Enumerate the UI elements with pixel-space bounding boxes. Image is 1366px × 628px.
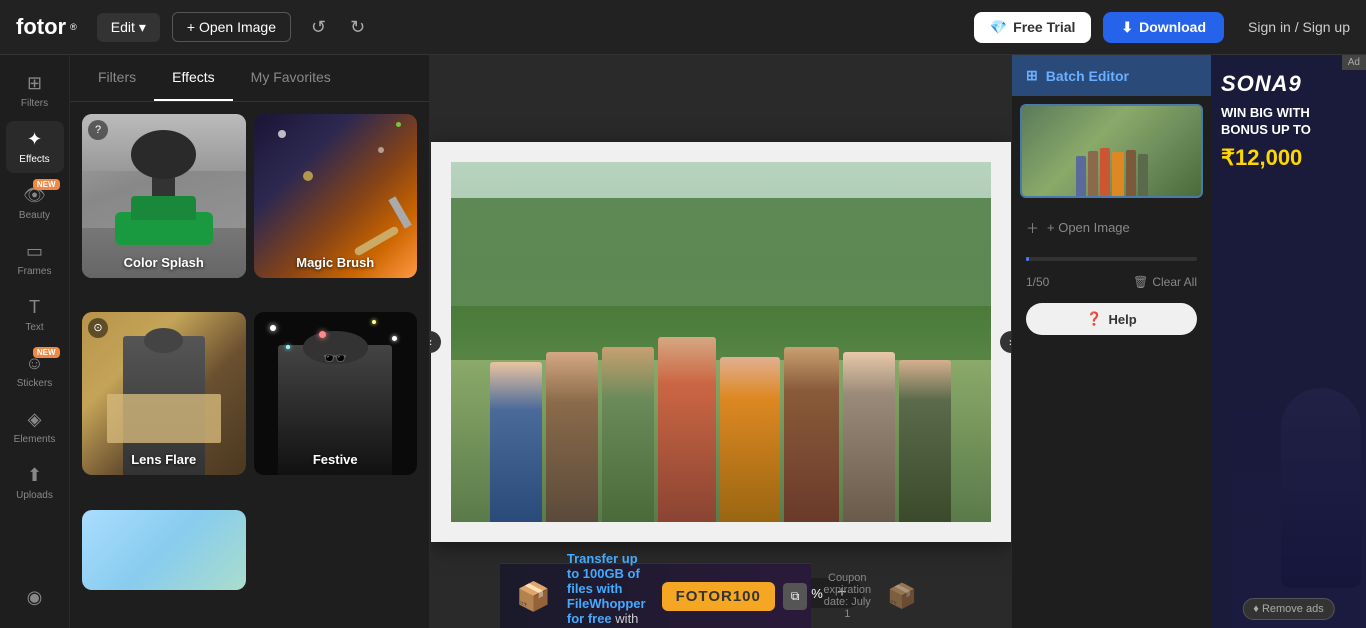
effect-festive[interactable]: 🕶️ Festive [254, 312, 418, 476]
filters-icon: ⊞ [27, 73, 42, 94]
ad-coupon-code: FOTOR100 [662, 582, 775, 611]
panel-tabs: Filters Effects My Favorites [70, 55, 429, 102]
undo-button[interactable]: ↺ [303, 13, 334, 42]
progress-fraction: 1/50 [1026, 275, 1049, 289]
right-panel: ⊞ Batch Editor ＋ + [1011, 55, 1211, 628]
sidebar-item-effects[interactable]: ✦ Effects [6, 121, 64, 173]
ad-badge: Ad [1342, 55, 1366, 70]
info-icon2: ⊙ [88, 318, 108, 338]
sidebar-item-label: Beauty [19, 210, 50, 221]
canvas-image [451, 162, 991, 522]
sidebar-item-account[interactable]: ◉ [6, 579, 64, 618]
sidebar-item-label: Uploads [16, 490, 53, 501]
sidebar-item-frames[interactable]: ▭ Frames [6, 233, 64, 285]
text-icon: T [29, 297, 40, 318]
help-icon: ❓ [1086, 311, 1102, 327]
ad-banner: 📦 Transfer up to 100GB of files with Fil… [500, 563, 811, 628]
sona-tagline: WIN BIG WITH BONUS UP TO [1221, 105, 1356, 139]
progress-bar-container [1012, 249, 1211, 269]
ad-copy-button[interactable]: ⧉ [783, 583, 808, 610]
batch-editor-icon: ⊞ [1026, 67, 1038, 84]
download-button[interactable]: ⬇ Download [1103, 12, 1224, 43]
add-image-button[interactable]: ＋ + Open Image [1012, 206, 1211, 249]
progress-info: 1/50 🗑 Clear All [1012, 269, 1211, 295]
undo-redo-group: ↺ ↻ [303, 13, 373, 42]
ad-expiry-label: Coupon expiration date: July 1 [823, 572, 871, 620]
effects-panel: Filters Effects My Favorites [70, 55, 430, 628]
edit-button[interactable]: Edit ▾ [97, 13, 160, 42]
trash-icon: 🗑 [1133, 275, 1148, 289]
thumbnail-image [1022, 106, 1201, 196]
effect-color-splash[interactable]: ? Color Splash [82, 114, 246, 278]
sidebar-item-beauty[interactable]: NEW 👁 Beauty [6, 177, 64, 229]
remove-ads-button[interactable]: ♦ Remove ads [1242, 598, 1334, 620]
logo-text: fotor [16, 14, 66, 40]
right-ad-panel: Ad SONA9 WIN BIG WITH BONUS UP TO ₹12,00… [1211, 55, 1366, 628]
effect-magic-brush[interactable]: Magic Brush [254, 114, 418, 278]
batch-editor-button[interactable]: ⊞ Batch Editor [1012, 55, 1211, 96]
sona-logo: SONA9 [1221, 71, 1356, 97]
canvas-area: ‹ 3000px [430, 55, 1011, 628]
ad-banner-icon: 📦 [516, 580, 551, 613]
main-area: ⊞ Filters ✦ Effects NEW 👁 Beauty ▭ Frame… [0, 55, 1366, 628]
logo-superscript: ® [70, 22, 77, 32]
progress-bar-fill [1026, 257, 1029, 261]
app-logo: fotor ® [16, 14, 77, 40]
ad-right-decoration: 📦 [887, 582, 917, 611]
sidebar-item-label: Effects [19, 154, 49, 165]
sidebar-item-text[interactable]: T Text [6, 289, 64, 341]
open-image-button[interactable]: + Open Image [172, 12, 291, 42]
help-button[interactable]: ❓ Help [1026, 303, 1197, 335]
panel-image-thumbnail[interactable] [1020, 104, 1203, 198]
tab-effects[interactable]: Effects [154, 55, 233, 101]
effects-icon: ✦ [27, 129, 42, 150]
effects-grid: ? Color Splash Magic Brush [70, 102, 429, 628]
signin-link[interactable]: Sign in / Sign up [1248, 19, 1350, 35]
ad-title-highlight: Transfer up to 100GB of files with [567, 551, 640, 596]
progress-bar-track [1026, 257, 1197, 261]
effect-label: Festive [254, 452, 418, 467]
clear-all-button[interactable]: 🗑 Clear All [1133, 275, 1197, 289]
icon-sidebar: ⊞ Filters ✦ Effects NEW 👁 Beauty ▭ Frame… [0, 55, 70, 628]
sidebar-item-label: Frames [18, 266, 52, 277]
sona-amount: ₹12,000 [1221, 145, 1356, 171]
uploads-icon: ⬆ [27, 465, 42, 486]
frames-icon: ▭ [26, 241, 43, 262]
info-icon: ? [88, 120, 108, 140]
sidebar-item-label: Stickers [17, 378, 53, 389]
sidebar-item-stickers[interactable]: NEW ☺ Stickers [6, 345, 64, 397]
free-trial-button[interactable]: 💎 Free Trial [974, 12, 1092, 43]
effect-label: Lens Flare [82, 452, 246, 467]
effect-partial[interactable] [82, 510, 246, 590]
sidebar-item-label: Filters [21, 98, 48, 109]
new-badge: NEW [33, 179, 60, 190]
redo-button[interactable]: ↻ [342, 13, 373, 42]
elements-icon: ◈ [28, 409, 42, 430]
tab-my-favorites[interactable]: My Favorites [233, 55, 349, 101]
canvas-wrapper [431, 142, 1011, 542]
effect-label: Magic Brush [254, 255, 418, 270]
topbar: fotor ® Edit ▾ + Open Image ↺ ↻ 💎 Free T… [0, 0, 1366, 55]
sidebar-item-label: Elements [14, 434, 56, 445]
effect-lens-flare[interactable]: ⊙ Lens Flare [82, 312, 246, 476]
sidebar-item-filters[interactable]: ⊞ Filters [6, 65, 64, 117]
plus-icon: ＋ [1026, 218, 1039, 237]
account-icon: ◉ [27, 587, 43, 608]
ad-content: SONA9 WIN BIG WITH BONUS UP TO ₹12,000 [1211, 55, 1366, 181]
effect-label: Color Splash [82, 255, 246, 270]
ad-banner-text: Transfer up to 100GB of files with FileW… [567, 551, 646, 628]
new-badge-stickers: NEW [33, 347, 60, 358]
sidebar-item-elements[interactable]: ◈ Elements [6, 401, 64, 453]
sidebar-item-uploads[interactable]: ⬆ Uploads [6, 457, 64, 509]
sidebar-item-label: Text [25, 322, 43, 333]
tab-filters[interactable]: Filters [80, 55, 154, 101]
